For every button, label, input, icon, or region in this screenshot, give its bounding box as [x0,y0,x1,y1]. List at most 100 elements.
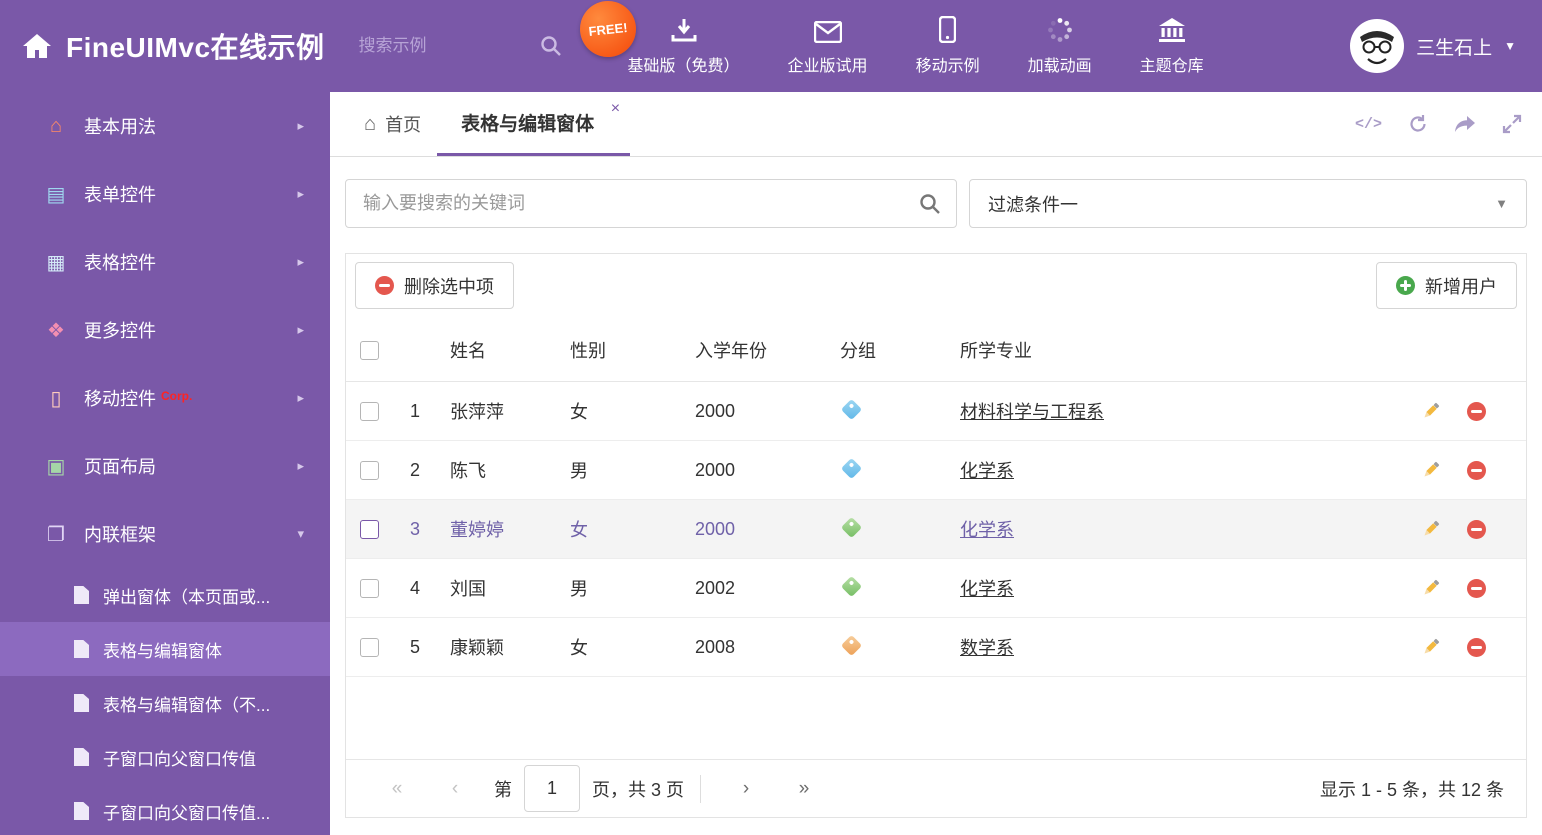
delete-icon[interactable] [1467,637,1486,657]
edit-icon[interactable] [1421,578,1441,598]
caret-down-icon[interactable]: ▼ [1504,39,1516,53]
pagination-bar: « ‹ 第 页，共 3 页 › » 显示 1 - 5 条，共 12 条 [346,759,1526,817]
page-number-input[interactable] [524,765,580,812]
free-badge: FREE! [576,0,639,60]
widgets-icon: ❖ [47,319,65,342]
last-page-icon[interactable]: » [775,778,833,800]
sidebar-item-label: 表格控件 [84,253,156,273]
share-icon[interactable] [1454,115,1476,133]
row-checkbox[interactable] [360,638,379,658]
delete-icon[interactable] [1467,401,1486,421]
sidebar-subitem-grid-edit-window[interactable]: 表格与编辑窗体 [0,622,330,676]
row-checkbox[interactable] [360,461,379,481]
nav-enterprise-trial[interactable]: 企业版试用 [788,17,868,76]
cell-gender: 男 [560,558,685,618]
row-checkbox[interactable] [360,402,379,422]
tab-home[interactable]: ⌂ 首页 [348,92,437,156]
sidebar-item-form-controls[interactable]: ▤ 表单控件 ▸ [0,160,330,228]
table-row[interactable]: 2 陈飞 男 2000 化学系 [346,440,1526,500]
edit-icon[interactable] [1421,401,1441,421]
sidebar-item-inline-frame[interactable]: ❐ 内联框架 ▾ [0,500,330,568]
header-search-input[interactable] [356,35,511,57]
nav-loading-animation[interactable]: 加载动画 [1028,17,1092,76]
select-all-checkbox[interactable] [360,341,379,361]
edit-icon[interactable] [1421,637,1441,657]
major-link[interactable]: 化学系 [960,461,1014,481]
corp-badge: Corp. [161,389,193,403]
table-row[interactable]: 5 康颖颖 女 2008 数学系 [346,617,1526,677]
sidebar-item-label: 基本用法 [84,117,156,137]
sidebar-item-more-controls[interactable]: ❖ 更多控件 ▸ [0,296,330,364]
delete-icon[interactable] [1467,519,1486,539]
sidebar-subitem-popup-window[interactable]: 弹出窗体（本页面或... [0,568,330,622]
delete-icon[interactable] [1467,460,1486,480]
tab-grid-edit-window[interactable]: 表格与编辑窗体 × [437,92,631,156]
sidebar-subitem-child-to-parent[interactable]: 子窗口向父窗口传值 [0,730,330,784]
sidebar-subitem-grid-edit-window-2[interactable]: 表格与编辑窗体（不... [0,676,330,730]
tab-label: 表格与编辑窗体 [461,114,595,135]
app-logo[interactable]: FineUIMvc在线示例 [0,26,325,66]
prev-page-icon[interactable]: ‹ [426,778,484,800]
cell-year: 2002 [685,558,830,618]
next-page-icon[interactable]: › [717,778,775,800]
sidebar-item-basic-usage[interactable]: ⌂ 基本用法 ▸ [0,92,330,160]
chevron-right-icon: ▸ [297,458,304,473]
sidebar-item-page-layout[interactable]: ▣ 页面布局 ▸ [0,432,330,500]
file-icon [74,640,89,658]
cell-name: 张萍萍 [440,381,560,441]
delete-selected-button[interactable]: 删除选中项 [355,262,514,309]
major-link[interactable]: 化学系 [960,520,1014,540]
home-icon [23,34,51,58]
table-row[interactable]: 1 张萍萍 女 2000 材料科学与工程系 [346,381,1526,441]
keyword-search-input[interactable] [361,192,919,215]
edit-icon[interactable] [1421,519,1441,539]
cell-year: 2000 [685,440,830,500]
tag-icon [840,398,863,420]
students-table: 姓名 性别 入学年份 分组 所学专业 1 张萍萍 女 2000 材料科学与工程系… [346,319,1526,677]
cell-index: 4 [400,558,440,618]
sidebar-item-grid-controls[interactable]: ▦ 表格控件 ▸ [0,228,330,296]
search-icon[interactable] [540,35,562,57]
sidebar-subitem-label: 子窗口向父窗口传值... [103,803,271,823]
cell-gender: 女 [560,617,685,677]
expand-icon[interactable] [1502,114,1522,134]
sidebar-subitem-child-to-parent-2[interactable]: 子窗口向父窗口传值... [0,784,330,835]
close-icon[interactable]: × [611,101,620,117]
tag-icon [840,634,863,656]
col-name: 姓名 [440,319,560,382]
app-root: FineUIMvc在线示例 FREE! 基础版（免费） 企业版试用 [0,0,1542,835]
nav-mobile-demo[interactable]: 移动示例 [916,15,980,76]
major-link[interactable]: 化学系 [960,579,1014,599]
cell-name: 董婷婷 [440,499,560,559]
row-checkbox[interactable] [360,520,379,540]
sidebar: ⌂ 基本用法 ▸ ▤ 表单控件 ▸ ▦ 表格控件 ▸ ❖ 更多控件 ▸ ▯ 移动 [0,92,330,835]
major-link[interactable]: 数学系 [960,638,1014,658]
cell-name: 陈飞 [440,440,560,500]
search-icon[interactable] [919,193,941,215]
first-page-icon[interactable]: « [368,778,426,800]
code-icon[interactable]: </> [1355,116,1382,133]
filter-dropdown[interactable]: 过滤条件一 ▼ [969,179,1527,228]
delete-icon[interactable] [1467,578,1486,598]
sidebar-item-mobile-controls[interactable]: ▯ 移动控件 Corp. ▸ [0,364,330,432]
nav-theme-repo[interactable]: 主题仓库 [1140,17,1204,76]
edit-icon[interactable] [1421,460,1441,480]
nav-basic-free[interactable]: FREE! 基础版（免费） [576,0,740,76]
table-row-selected[interactable]: 3 董婷婷 女 2000 化学系 [346,499,1526,559]
tag-icon [840,457,863,479]
chevron-down-icon: ▾ [297,526,304,541]
user-name[interactable]: 三生石上 [1416,33,1492,60]
col-actions [1399,319,1526,382]
add-user-button[interactable]: 新增用户 [1376,262,1517,309]
chevron-right-icon: ▸ [297,186,304,201]
file-icon [74,802,89,820]
cell-gender: 女 [560,381,685,441]
row-checkbox[interactable] [360,579,379,599]
bank-icon [1158,17,1186,43]
col-gender: 性别 [560,319,685,382]
avatar[interactable] [1350,19,1405,73]
cell-year: 2000 [685,499,830,559]
major-link[interactable]: 材料科学与工程系 [960,402,1104,422]
table-row[interactable]: 4 刘国 男 2002 化学系 [346,558,1526,618]
refresh-icon[interactable] [1408,114,1428,134]
